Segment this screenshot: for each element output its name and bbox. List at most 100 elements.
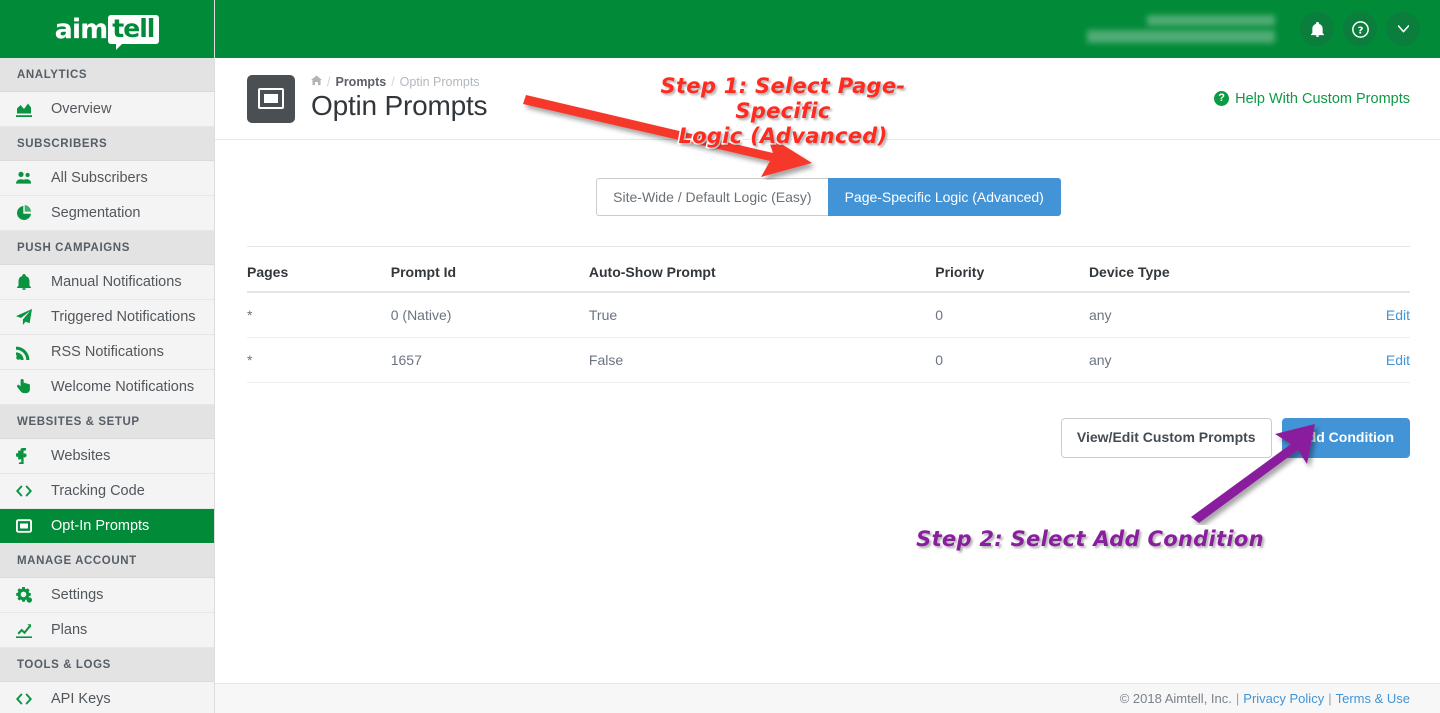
bell-icon[interactable] <box>1300 12 1334 46</box>
page-footer: © 2018 Aimtell, Inc. | Privacy Policy | … <box>215 683 1440 713</box>
breadcrumb: / Prompts / Optin Prompts <box>311 75 487 89</box>
cell-auto-show: False <box>588 337 936 384</box>
sidebar-section-header: MANAGE ACCOUNT <box>0 544 214 578</box>
code-icon <box>16 691 44 707</box>
sidebar-item-label: Websites <box>51 448 111 464</box>
sidebar-item-tracking-code[interactable]: Tracking Code <box>0 474 214 509</box>
sidebar: aim tell ANALYTICS Overview SUBSCRIBERS All… <box>0 0 215 713</box>
table-body: * 0 (Native) True 0 any Edit * 1657 False 0 any Edi… <box>247 292 1410 384</box>
view-edit-custom-prompts-button[interactable]: View/Edit Custom Prompts <box>1060 418 1272 458</box>
edit-row-link[interactable]: Edit <box>1386 307 1410 323</box>
sidebar-section-header: SUBSCRIBERS <box>0 127 214 161</box>
help-with-custom-prompts-link[interactable]: ? Help With Custom Prompts <box>1214 91 1410 107</box>
question-circle-icon: ? <box>1214 91 1230 106</box>
column-header-device-type: Device Type <box>1088 255 1386 294</box>
sidebar-item-label: Triggered Notifications <box>51 309 196 325</box>
breadcrumb-parent[interactable]: Prompts <box>335 75 386 89</box>
page-header: / Prompts / Optin Prompts Optin Prompts … <box>215 58 1440 140</box>
sidebar-item-label: All Subscribers <box>51 170 148 186</box>
sidebar-item-label: API Keys <box>51 691 111 707</box>
cell-device-type: any <box>1088 292 1386 339</box>
cell-device-type: any <box>1088 337 1386 384</box>
sidebar-item-welcome-notifications[interactable]: Welcome Notifications <box>0 370 214 405</box>
home-icon[interactable] <box>311 75 322 89</box>
copyright-text: © 2018 Aimtell, Inc. <box>1119 691 1232 706</box>
sidebar-section-header: ANALYTICS <box>0 58 214 92</box>
puzzle-piece-icon <box>16 448 44 464</box>
column-header-actions <box>1385 255 1410 294</box>
sidebar-item-label: Welcome Notifications <box>51 379 195 395</box>
sidebar-item-all-subscribers[interactable]: All Subscribers <box>0 161 214 196</box>
sidebar-item-overview[interactable]: Overview <box>0 92 214 127</box>
paper-plane-icon <box>16 309 44 325</box>
conditions-table: Pages Prompt Id Auto-Show Prompt Priorit… <box>247 255 1410 384</box>
bell-icon <box>16 274 44 290</box>
page-content: Site-Wide / Default Logic (Easy) Page-Sp… <box>215 140 1440 683</box>
sidebar-section-header: TOOLS & LOGS <box>0 648 214 682</box>
sidebar-item-manual-notifications[interactable]: Manual Notifications <box>0 265 214 300</box>
cell-pages: * <box>247 337 391 384</box>
sidebar-item-label: Opt-In Prompts <box>51 518 150 534</box>
page-title: Optin Prompts <box>311 90 488 121</box>
privacy-policy-link[interactable]: Privacy Policy <box>1243 691 1324 706</box>
cell-prompt-id: 0 (Native) <box>390 292 589 339</box>
cell-pages: * <box>247 292 391 339</box>
sidebar-item-opt-in-prompts[interactable]: Opt-In Prompts <box>0 509 214 544</box>
gears-icon <box>16 587 44 603</box>
app-root: aim tell ANALYTICS Overview SUBSCRIBERS All… <box>0 0 1440 713</box>
code-icon <box>16 483 44 499</box>
sidebar-item-label: Manual Notifications <box>51 274 182 290</box>
sidebar-section-header: PUSH CAMPAIGNS <box>0 231 214 265</box>
rss-icon <box>16 344 44 360</box>
tab-site-wide-default-logic[interactable]: Site-Wide / Default Logic (Easy) <box>596 178 828 217</box>
logic-mode-toggle-group: Site-Wide / Default Logic (Easy) Page-Sp… <box>596 178 1061 217</box>
sidebar-item-label: Tracking Code <box>51 483 145 499</box>
caret-down-icon[interactable] <box>1386 12 1420 46</box>
brand-logo[interactable]: aim tell <box>0 0 214 58</box>
add-condition-button[interactable]: Add Condition <box>1281 418 1410 458</box>
account-info-blurred <box>1087 15 1275 43</box>
logic-mode-toggle-row: Site-Wide / Default Logic (Easy) Page-Sp… <box>247 140 1410 217</box>
svg-text:?: ? <box>1357 25 1363 36</box>
table-row: * 1657 False 0 any Edit <box>247 337 1410 384</box>
cell-prompt-id: 1657 <box>390 337 589 384</box>
account-site-blurred <box>1087 30 1275 43</box>
sidebar-item-rss-notifications[interactable]: RSS Notifications <box>0 335 214 370</box>
sidebar-item-plans[interactable]: Plans <box>0 613 214 648</box>
edit-row-link[interactable]: Edit <box>1386 352 1410 368</box>
logo-text-secondary: tell <box>108 14 160 50</box>
sidebar-section-header: WEBSITES & SETUP <box>0 405 214 439</box>
hand-pointer-icon <box>16 379 44 395</box>
sidebar-item-settings[interactable]: Settings <box>0 578 214 613</box>
terms-and-use-link[interactable]: Terms & Use <box>1336 691 1410 706</box>
sidebar-item-label: Segmentation <box>51 205 141 221</box>
table-header-row: Pages Prompt Id Auto-Show Prompt Priorit… <box>247 255 1410 294</box>
footer-sep-2: | <box>1328 691 1332 706</box>
sidebar-nav: ANALYTICS Overview SUBSCRIBERS All Subscrib… <box>0 58 214 713</box>
sidebar-item-label: Settings <box>51 587 104 603</box>
content-divider <box>247 246 1410 248</box>
line-chart-icon <box>16 622 44 638</box>
breadcrumb-current: Optin Prompts <box>399 75 480 89</box>
question-circle-icon[interactable]: ? <box>1343 12 1377 46</box>
breadcrumb-sep-2: / <box>391 75 395 89</box>
tab-page-specific-logic[interactable]: Page-Specific Logic (Advanced) <box>827 178 1061 217</box>
action-button-row: View/Edit Custom Prompts Add Condition <box>247 418 1410 458</box>
column-header-priority: Priority <box>935 255 1089 294</box>
sidebar-item-api-keys[interactable]: API Keys <box>0 682 214 713</box>
window-icon <box>16 518 44 534</box>
sidebar-item-triggered-notifications[interactable]: Triggered Notifications <box>0 300 214 335</box>
sidebar-item-websites[interactable]: Websites <box>0 439 214 474</box>
users-icon <box>16 170 44 186</box>
help-link-label: Help With Custom Prompts <box>1235 90 1410 107</box>
area-chart-icon <box>16 101 44 117</box>
logo-text-primary: aim <box>54 13 109 45</box>
sidebar-item-label: Overview <box>51 101 112 117</box>
sidebar-item-segmentation[interactable]: Segmentation <box>0 196 214 231</box>
footer-sep-1: | <box>1235 691 1240 706</box>
breadcrumb-sep-1: / <box>327 75 331 89</box>
sidebar-item-label: Plans <box>51 622 88 638</box>
pie-chart-icon <box>16 205 44 221</box>
column-header-pages: Pages <box>247 255 391 294</box>
column-header-prompt-id: Prompt Id <box>390 255 589 294</box>
